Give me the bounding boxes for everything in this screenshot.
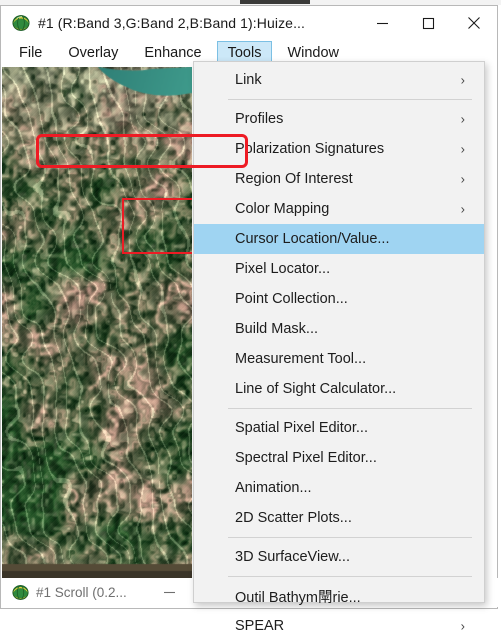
image-display-canvas[interactable] (2, 67, 192, 580)
chevron-right-icon: › (460, 171, 465, 187)
menu-item-line-of-sight-calculator[interactable]: Line of Sight Calculator... (194, 374, 484, 404)
menu-item-label: Measurement Tool... (235, 351, 367, 367)
chevron-right-icon: › (460, 141, 465, 157)
menu-item-label: Region Of Interest (235, 171, 353, 187)
menu-item-2d-scatter-plots[interactable]: 2D Scatter Plots... (194, 503, 484, 533)
menu-item-outil-bathym-rie[interactable]: Outil Bathym閛rie... (194, 581, 484, 611)
menu-item-label: Build Mask... (235, 321, 318, 337)
chevron-right-icon: › (460, 111, 465, 127)
scroll-window-title: #1 Scroll (0.2... (36, 585, 127, 600)
envi-globe-icon (12, 14, 30, 32)
menu-item-label: Spatial Pixel Editor... (235, 420, 368, 436)
menu-item-label: Animation... (235, 480, 312, 496)
window-title: #1 (R:Band 3,G:Band 2,B:Band 1):Huize... (38, 15, 306, 31)
menu-item-animation[interactable]: Animation... (194, 473, 484, 503)
menu-separator (228, 99, 472, 100)
chevron-right-icon: › (460, 618, 465, 634)
menu-item-label: Cursor Location/Value... (235, 231, 390, 247)
menubar-item-overlay[interactable]: Overlay (57, 41, 129, 65)
chevron-right-icon: › (460, 72, 465, 88)
menu-item-spatial-pixel-editor[interactable]: Spatial Pixel Editor... (194, 413, 484, 443)
menu-separator (228, 537, 472, 538)
menu-item-pixel-locator[interactable]: Pixel Locator... (194, 254, 484, 284)
menu-item-profiles[interactable]: Profiles › (194, 104, 484, 134)
menu-item-label: Outil Bathym閛rie... (235, 589, 361, 606)
menu-item-label: Link (235, 72, 262, 88)
minimize-button[interactable] (359, 6, 405, 40)
scroll-window-minimize-button[interactable] (153, 586, 187, 599)
menu-item-point-collection[interactable]: Point Collection... (194, 284, 484, 314)
chevron-right-icon: › (460, 201, 465, 217)
menu-item-label: Color Mapping (235, 201, 330, 217)
menu-separator (228, 408, 472, 409)
envi-globe-icon (12, 584, 29, 601)
menu-item-label: SPEAR (235, 618, 285, 634)
menu-item-label: Spectral Pixel Editor... (235, 450, 377, 466)
close-button[interactable] (451, 6, 497, 40)
menu-item-3d-surfaceview[interactable]: 3D SurfaceView... (194, 542, 484, 572)
background-window-sliver (240, 0, 310, 4)
menu-item-cursor-location-value[interactable]: Cursor Location/Value... (194, 224, 484, 254)
menu-item-label: Point Collection... (235, 291, 348, 307)
menu-item-region-of-interest[interactable]: Region Of Interest › (194, 164, 484, 194)
menubar-item-file[interactable]: File (8, 41, 53, 65)
roi-red-annotation-box (122, 198, 192, 254)
window-controls (359, 6, 497, 40)
menubar-item-enhance-label: Enhance (144, 45, 202, 61)
menubar-item-window-label: Window (287, 45, 340, 61)
menubar-item-file-label: File (19, 45, 43, 61)
menu-item-label: Polarization Signatures (235, 141, 385, 157)
menu-item-label: 2D Scatter Plots... (235, 510, 352, 526)
title-bar: #1 (R:Band 3,G:Band 2,B:Band 1):Huize... (1, 6, 497, 40)
menu-item-label: Profiles (235, 111, 284, 127)
menu-item-label: Pixel Locator... (235, 261, 331, 277)
menu-item-polarization-signatures[interactable]: Polarization Signatures › (194, 134, 484, 164)
menu-separator (228, 576, 472, 577)
satellite-image[interactable] (2, 67, 192, 580)
menubar-item-tools-label: Tools (227, 45, 262, 61)
menu-item-build-mask[interactable]: Build Mask... (194, 314, 484, 344)
menu-item-link[interactable]: Link › (194, 65, 484, 95)
menubar-item-overlay-label: Overlay (68, 45, 119, 61)
menu-item-label: 3D SurfaceView... (235, 549, 350, 565)
maximize-button[interactable] (405, 6, 451, 40)
menu-item-label: Line of Sight Calculator... (235, 381, 397, 397)
tools-dropdown-menu[interactable]: Link › Profiles › Polarization Signatures › Re… (193, 61, 485, 634)
menu-item-color-mapping[interactable]: Color Mapping › (194, 194, 484, 224)
menu-item-spear[interactable]: SPEAR › (194, 611, 484, 641)
menu-item-measurement-tool[interactable]: Measurement Tool... (194, 344, 484, 374)
menu-item-spectral-pixel-editor[interactable]: Spectral Pixel Editor... (194, 443, 484, 473)
